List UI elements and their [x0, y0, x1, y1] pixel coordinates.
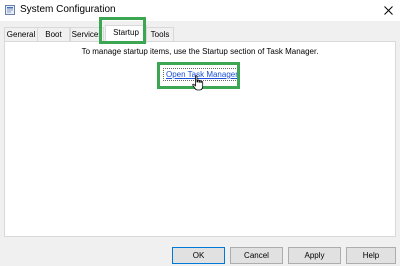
system-configuration-window: System Configuration General Boot Servic…: [0, 0, 400, 266]
msconfig-icon: [5, 5, 15, 15]
tab-strip: General Boot Services Tools Startup: [4, 25, 396, 43]
title-bar: System Configuration: [0, 0, 400, 21]
close-icon: [383, 6, 393, 15]
tab-startup[interactable]: Startup: [105, 25, 147, 43]
close-button[interactable]: [376, 0, 400, 21]
apply-button[interactable]: Apply: [288, 247, 341, 264]
hand-pointer-icon: [192, 75, 204, 93]
help-button[interactable]: Help: [346, 247, 396, 264]
tab-tools[interactable]: Tools: [146, 27, 174, 41]
tab-boot[interactable]: Boot: [37, 27, 70, 41]
cancel-button[interactable]: Cancel: [230, 247, 283, 264]
tab-services[interactable]: Services: [70, 27, 104, 41]
startup-info-text: To manage startup items, use the Startup…: [81, 47, 319, 56]
window-title: System Configuration: [20, 4, 116, 15]
tab-general[interactable]: General: [4, 27, 38, 41]
startup-panel: To manage startup items, use the Startup…: [4, 41, 396, 237]
ok-button[interactable]: OK: [172, 247, 225, 264]
